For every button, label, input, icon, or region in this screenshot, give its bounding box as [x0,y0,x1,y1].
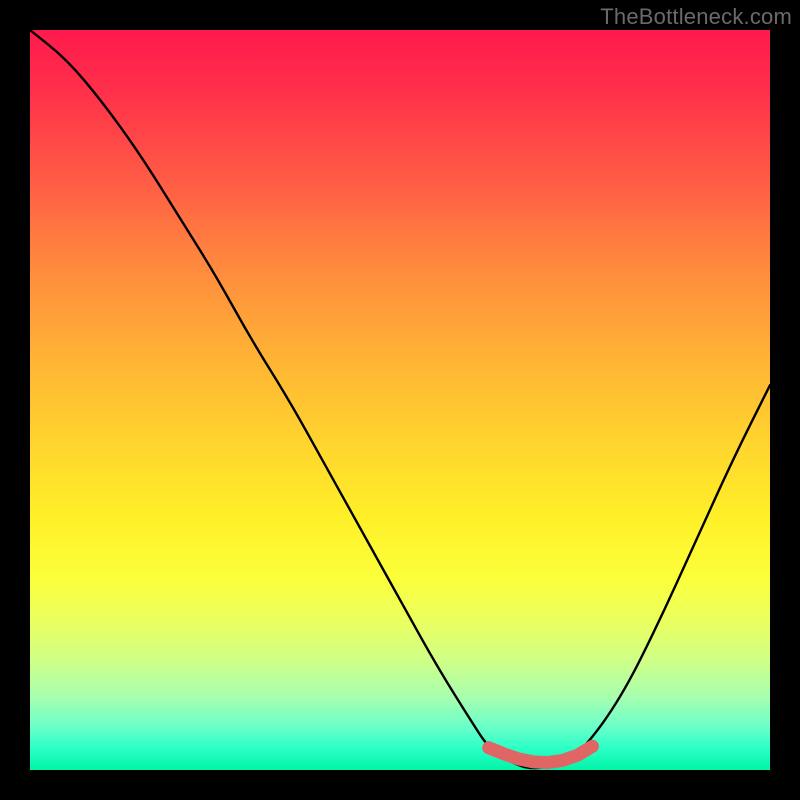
watermark-text: TheBottleneck.com [600,4,792,30]
curve-layer [30,30,770,770]
bottleneck-curve [30,30,770,768]
optimal-range-segment [489,746,593,762]
plot-area [30,30,770,770]
optimal-range [482,741,592,762]
chart-container: TheBottleneck.com [0,0,800,800]
